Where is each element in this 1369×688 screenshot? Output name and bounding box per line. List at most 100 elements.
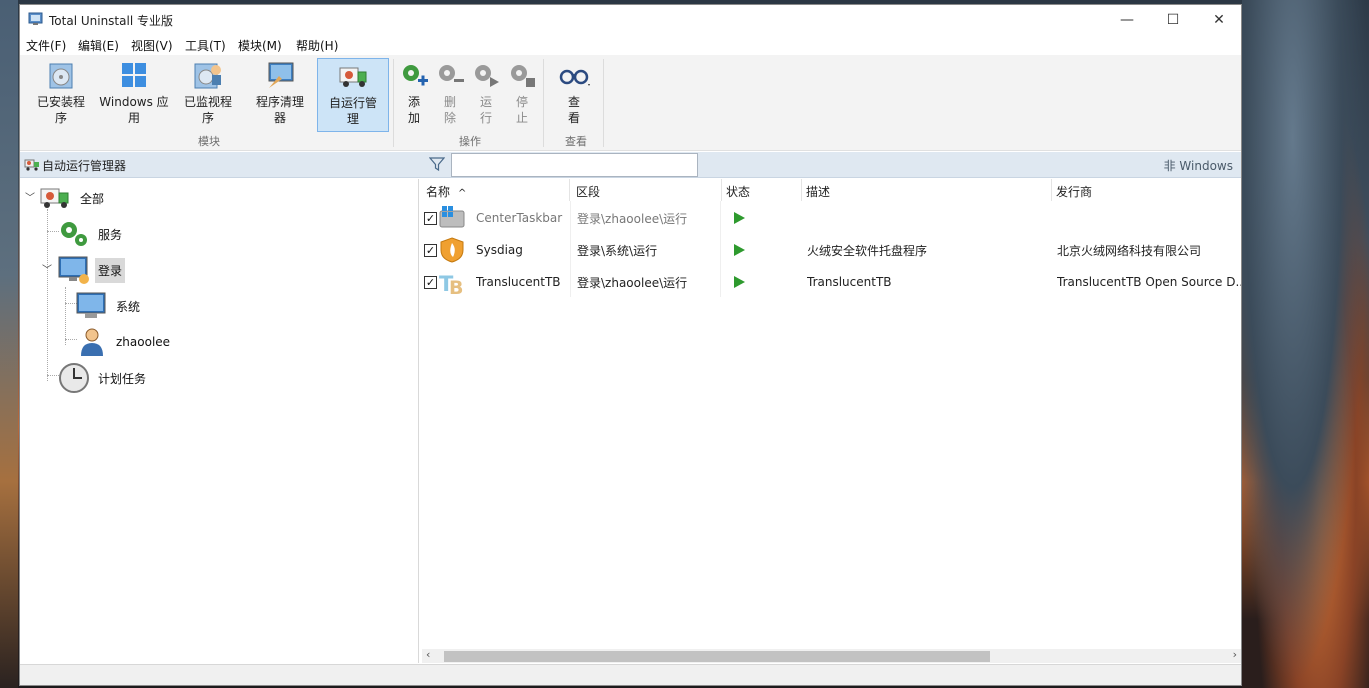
- panel-title: 自动运行管理器: [42, 159, 127, 173]
- autorun-truck-icon: [24, 159, 39, 171]
- scroll-right-arrow-icon[interactable]: ›: [1233, 648, 1237, 661]
- desktop-wallpaper-left: [0, 0, 18, 688]
- tree-node-login[interactable]: 登录: [57, 253, 126, 287]
- modules-group-label: 模块: [198, 135, 220, 148]
- menu-file[interactable]: 文件(F): [26, 37, 66, 54]
- actions-group-label: 操作: [459, 135, 481, 148]
- cleaner-icon: [268, 62, 294, 88]
- scrollbar-thumb[interactable]: [444, 651, 990, 662]
- add-button[interactable]: 添 加: [397, 58, 431, 132]
- row-description: [807, 202, 1047, 234]
- row-description: TranslucentTB: [807, 275, 892, 289]
- panel-header-bar: 自动运行管理器 非 Windows: [20, 152, 1241, 178]
- play-status-icon: [734, 276, 745, 288]
- column-header-publisher[interactable]: 发行商: [1052, 179, 1241, 201]
- gear-add-icon: [403, 65, 428, 86]
- status-bar: [20, 664, 1241, 685]
- row-name: TranslucentTB: [476, 275, 561, 289]
- ribbon-separator: [393, 59, 394, 147]
- app-icon: [28, 12, 43, 25]
- gear-run-icon: [475, 65, 499, 87]
- windows-app-icon: [439, 206, 465, 228]
- row-checkbox[interactable]: ✓: [424, 244, 437, 257]
- menu-modules[interactable]: 模块(M): [238, 37, 282, 54]
- column-header-section[interactable]: 区段: [572, 179, 722, 201]
- monitored-cd-icon: [194, 63, 221, 89]
- cd-box-icon: [49, 63, 73, 89]
- column-header-status[interactable]: 状态: [722, 179, 802, 201]
- tree-node-scheduled-tasks[interactable]: 计划任务: [57, 361, 149, 395]
- filter-input[interactable]: [451, 153, 698, 177]
- tree-node-user[interactable]: zhaoolee: [75, 325, 173, 359]
- ribbon-separator: [543, 59, 544, 147]
- column-header-name[interactable]: 名称 ^: [422, 179, 570, 201]
- monitored-programs-button[interactable]: 已监视程 序: [175, 58, 241, 132]
- program-cleaner-button[interactable]: 程序清理 器: [246, 58, 314, 132]
- expand-login-chevron-icon[interactable]: ﹀: [42, 261, 52, 276]
- table-row[interactable]: ✓ TB TranslucentTB 登录\zhaoolee\运行 Transl…: [422, 266, 1241, 298]
- app-window: Total Uninstall 专业版 — ☐ ✕ 文件(F) 编辑(E) 视图…: [19, 4, 1242, 686]
- gears-icon: [61, 222, 87, 246]
- row-publisher: 北京火绒网络科技有限公司: [1057, 243, 1202, 258]
- menu-help[interactable]: 帮助(H): [296, 37, 338, 54]
- row-section: 登录\系统\运行: [577, 243, 658, 258]
- column-header-description[interactable]: 描述: [802, 179, 1052, 201]
- menu-bar: 文件(F) 编辑(E) 视图(V) 工具(T) 模块(M) 帮助(H): [20, 35, 1241, 55]
- svg-text:B: B: [449, 277, 463, 295]
- clock-icon: [59, 363, 89, 393]
- desktop-wallpaper-right: [1242, 0, 1369, 688]
- row-publisher: TranslucentTB Open Source D...: [1057, 275, 1241, 289]
- autorun-manager-button[interactable]: 自运行管 理: [317, 58, 389, 132]
- user-icon: [81, 328, 103, 356]
- tree-line: [47, 209, 48, 381]
- tree-node-all[interactable]: 全部: [39, 181, 107, 215]
- row-description: 火绒安全软件托盘程序: [807, 243, 928, 258]
- row-checkbox[interactable]: ✓: [424, 276, 437, 289]
- row-section: 登录\zhaoolee\运行: [577, 275, 688, 290]
- glasses-icon: [559, 69, 590, 86]
- minimize-button[interactable]: —: [1104, 5, 1150, 35]
- delete-button[interactable]: 删 除: [433, 58, 467, 132]
- menu-tools[interactable]: 工具(T): [185, 37, 226, 54]
- view-group-label: 查看: [565, 135, 587, 148]
- tree-node-services[interactable]: 服务: [57, 217, 125, 251]
- title-bar: Total Uninstall 专业版 — ☐ ✕: [20, 5, 1241, 35]
- table-row[interactable]: ✓ Sysdiag 登录\系统\运行 火绒安全软件托盘程序 北京火绒网络科技有限…: [422, 234, 1241, 266]
- row-publisher: [1057, 202, 1241, 234]
- row-section: 登录\zhaoolee\运行: [577, 211, 688, 226]
- filter-icon[interactable]: [429, 156, 445, 172]
- non-windows-toggle[interactable]: 非 Windows: [1164, 157, 1233, 174]
- horizontal-scrollbar[interactable]: ‹ ›: [422, 648, 1241, 663]
- monitor-icon: [76, 292, 106, 318]
- tree-line: [65, 287, 66, 345]
- ribbon: 已安装程 序 Windows 应 用 已监视程 序 程序清理 器 自运行管 理 …: [20, 55, 1241, 151]
- row-name: Sysdiag: [476, 243, 523, 257]
- expand-all-chevron-icon[interactable]: ﹀: [25, 189, 35, 204]
- gear-remove-icon: [439, 65, 464, 82]
- menu-view[interactable]: 视图(V): [131, 37, 173, 54]
- installed-programs-button[interactable]: 已安装程 序: [28, 58, 94, 132]
- windows-apps-button[interactable]: Windows 应 用: [96, 58, 172, 132]
- truck-icon: [40, 188, 69, 208]
- tree-node-system[interactable]: 系统: [75, 289, 143, 323]
- category-tree: ﹀ 全部 服务 ﹀ 登录 系统 zhaoolee 计划任务: [20, 179, 419, 663]
- truck-icon: [339, 67, 367, 87]
- table-row[interactable]: ✓ CenterTaskbar 登录\zhaoolee\运行: [422, 202, 1241, 234]
- row-name: CenterTaskbar: [476, 211, 563, 225]
- view-button[interactable]: 查 看: [549, 58, 599, 132]
- close-button[interactable]: ✕: [1196, 5, 1242, 35]
- maximize-button[interactable]: ☐: [1150, 5, 1196, 35]
- row-checkbox[interactable]: ✓: [424, 212, 437, 225]
- run-button[interactable]: 运 行: [469, 58, 503, 132]
- gear-stop-icon: [511, 65, 535, 87]
- autorun-list: 名称 ^ 区段 状态 描述 发行商 ✓ CenterTaskbar 登录\zhao…: [422, 179, 1241, 663]
- play-status-icon: [734, 244, 745, 256]
- stop-button[interactable]: 停 止: [505, 58, 539, 132]
- menu-edit[interactable]: 编辑(E): [78, 37, 119, 54]
- translucenttb-logo-icon: TB: [439, 272, 463, 295]
- sort-ascending-icon: ^: [458, 188, 467, 199]
- windows-icon: [122, 63, 146, 87]
- scroll-left-arrow-icon[interactable]: ‹: [426, 648, 430, 661]
- shield-flame-icon: [440, 237, 464, 263]
- monitor-icon: [58, 256, 89, 284]
